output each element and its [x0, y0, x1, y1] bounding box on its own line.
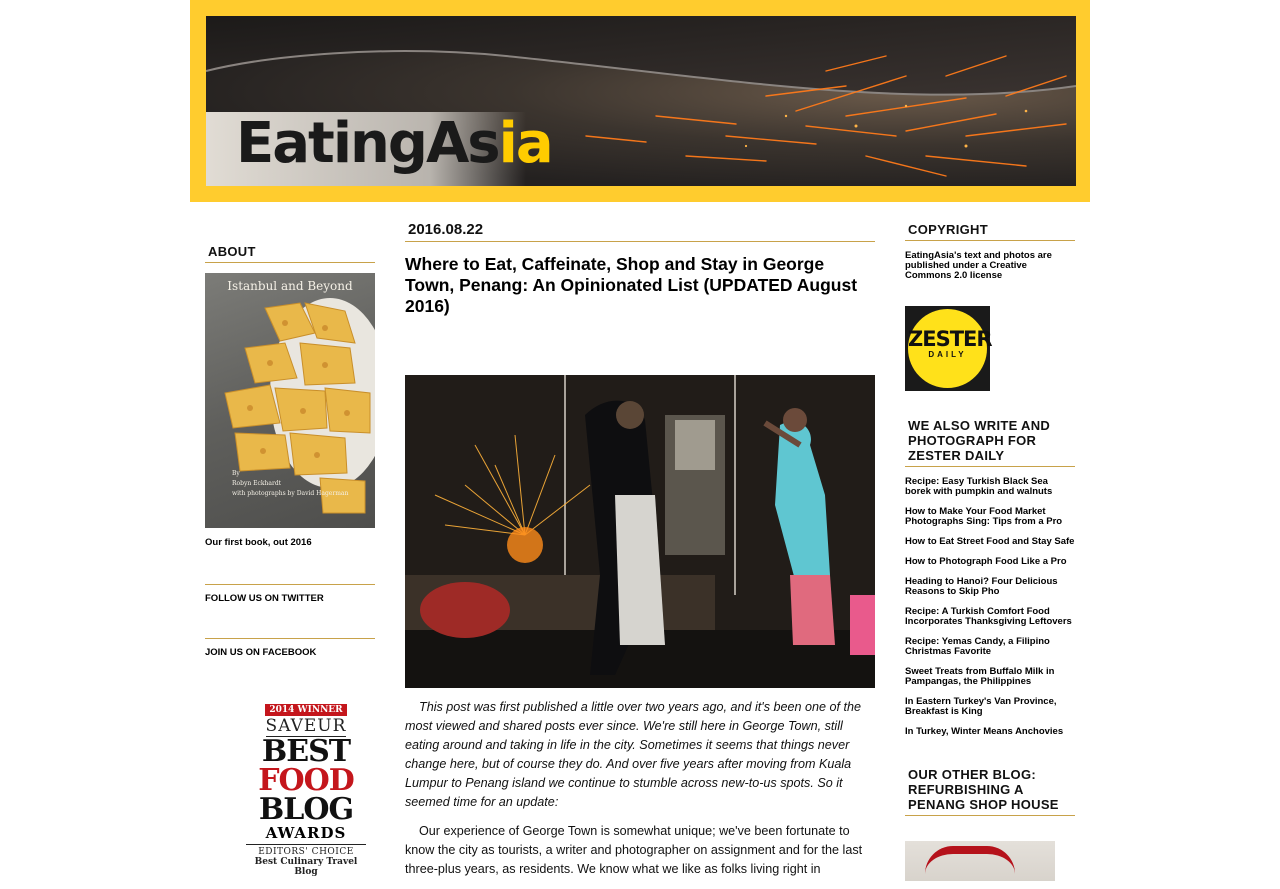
twitter-section: FOLLOW US ON TWITTER [205, 584, 375, 604]
logo-text: EatingAs [236, 111, 501, 176]
post-date: 2016.08.22 [405, 219, 875, 242]
site-logo[interactable]: EatingAsia [236, 116, 554, 172]
book-cover-image[interactable]: Istanbul and Beyond By Robyn Eckhardt wi… [205, 273, 375, 528]
list-item: Sweet Treats from Buffalo Milk in Pampan… [905, 667, 1075, 687]
shophouse-logo-mark [925, 846, 1015, 874]
award-line-blog: BLOG [258, 792, 354, 827]
award-editors-choice: EDITORS' CHOICE [246, 844, 366, 857]
zester-logo-disc: ZESTER DAILY [908, 309, 993, 388]
main-content: 2016.08.22 Where to Eat, Caffeinate, Sho… [405, 219, 875, 876]
other-blog-heading: OUR OTHER BLOG: REFURBISHING A PENANG SH… [905, 767, 1075, 816]
post-body: This post was first published a little o… [405, 698, 870, 889]
book-title: Istanbul and Beyond [227, 279, 353, 293]
zester-articles-heading: WE ALSO WRITE AND PHOTOGRAPH FOR ZESTER … [905, 418, 1075, 467]
shophouse-blog-image[interactable] [905, 841, 1055, 881]
zester-articles-list: Recipe: Easy Turkish Black Sea borek wit… [905, 477, 1075, 737]
award-category: Best Culinary Travel Blog [254, 857, 358, 877]
about-heading: ABOUT [205, 244, 375, 263]
article-link[interactable]: Recipe: A Turkish Comfort Food Incorpora… [905, 607, 1075, 627]
article-link[interactable]: Heading to Hanoi? Four Delicious Reasons… [905, 577, 1075, 597]
post-paragraph: Our experience of George Town is somewha… [405, 824, 863, 876]
copyright-license-link[interactable]: EatingAsia's text and photos are publish… [905, 251, 1075, 281]
facebook-section: JOIN US ON FACEBOOK [205, 638, 375, 658]
list-item: How to Eat Street Food and Stay Safe [905, 537, 1075, 547]
book-credit: By Robyn Eckhardt with photographs by Da… [232, 469, 372, 499]
article-link[interactable]: Recipe: Easy Turkish Black Sea borek wit… [905, 477, 1075, 497]
list-item: In Eastern Turkey's Van Province, Breakf… [905, 697, 1075, 717]
header-banner-image[interactable]: EatingAsia [206, 16, 1076, 186]
post-intro-paragraph: This post was first published a little o… [405, 700, 862, 809]
list-item: Recipe: A Turkish Comfort Food Incorpora… [905, 607, 1075, 627]
zester-logo-word: ZESTER [908, 327, 993, 351]
book-caption-link[interactable]: Our first book, out 2016 [205, 538, 375, 548]
facebook-link[interactable]: JOIN US ON FACEBOOK [205, 648, 375, 658]
zester-logo-sub: DAILY [928, 350, 967, 359]
saveur-award-badge[interactable]: 2014 WINNER SAVEUR BEST FOOD BLOG AWARDS… [246, 697, 366, 877]
post-photo[interactable] [405, 375, 875, 688]
book-credit-author: Robyn Eckhardt [232, 480, 282, 487]
book-credit-by: By [232, 470, 240, 477]
post-title[interactable]: Where to Eat, Caffeinate, Shop and Stay … [405, 254, 875, 317]
article-link[interactable]: In Eastern Turkey's Van Province, Breakf… [905, 697, 1075, 717]
street-food-stall-illustration [405, 375, 875, 688]
article-link[interactable]: In Turkey, Winter Means Anchovies [905, 727, 1075, 737]
site-header: EatingAsia [190, 0, 1090, 202]
list-item: In Turkey, Winter Means Anchovies [905, 727, 1075, 737]
article-link[interactable]: How to Photograph Food Like a Pro [905, 557, 1075, 567]
zester-daily-logo[interactable]: ZESTER DAILY [905, 306, 993, 391]
list-item: Recipe: Yemas Candy, a Filipino Christma… [905, 637, 1075, 657]
list-item: Recipe: Easy Turkish Black Sea borek wit… [905, 477, 1075, 497]
logo-highlight: ia [498, 111, 554, 176]
list-item: How to Photograph Food Like a Pro [905, 557, 1075, 567]
twitter-link[interactable]: FOLLOW US ON TWITTER [205, 594, 375, 604]
book-credit-photographer: with photographs by David Hagerman [232, 490, 349, 497]
article-link[interactable]: Sweet Treats from Buffalo Milk in Pampan… [905, 667, 1075, 687]
award-winner-label: 2014 WINNER [265, 704, 347, 716]
award-line-food: FOOD [258, 763, 355, 798]
left-sidebar: ABOUT Istanbul and Beyond By Robyn Eckha… [205, 244, 375, 658]
right-sidebar: COPYRIGHT EatingAsia's text and photos a… [905, 222, 1075, 881]
copyright-heading: COPYRIGHT [905, 222, 1075, 241]
article-link[interactable]: How to Eat Street Food and Stay Safe [905, 537, 1075, 547]
list-item: How to Make Your Food Market Photographs… [905, 507, 1075, 527]
article-link[interactable]: Recipe: Yemas Candy, a Filipino Christma… [905, 637, 1075, 657]
article-link[interactable]: How to Make Your Food Market Photographs… [905, 507, 1075, 527]
award-line-best: BEST [261, 734, 351, 769]
list-item: Heading to Hanoi? Four Delicious Reasons… [905, 577, 1075, 597]
